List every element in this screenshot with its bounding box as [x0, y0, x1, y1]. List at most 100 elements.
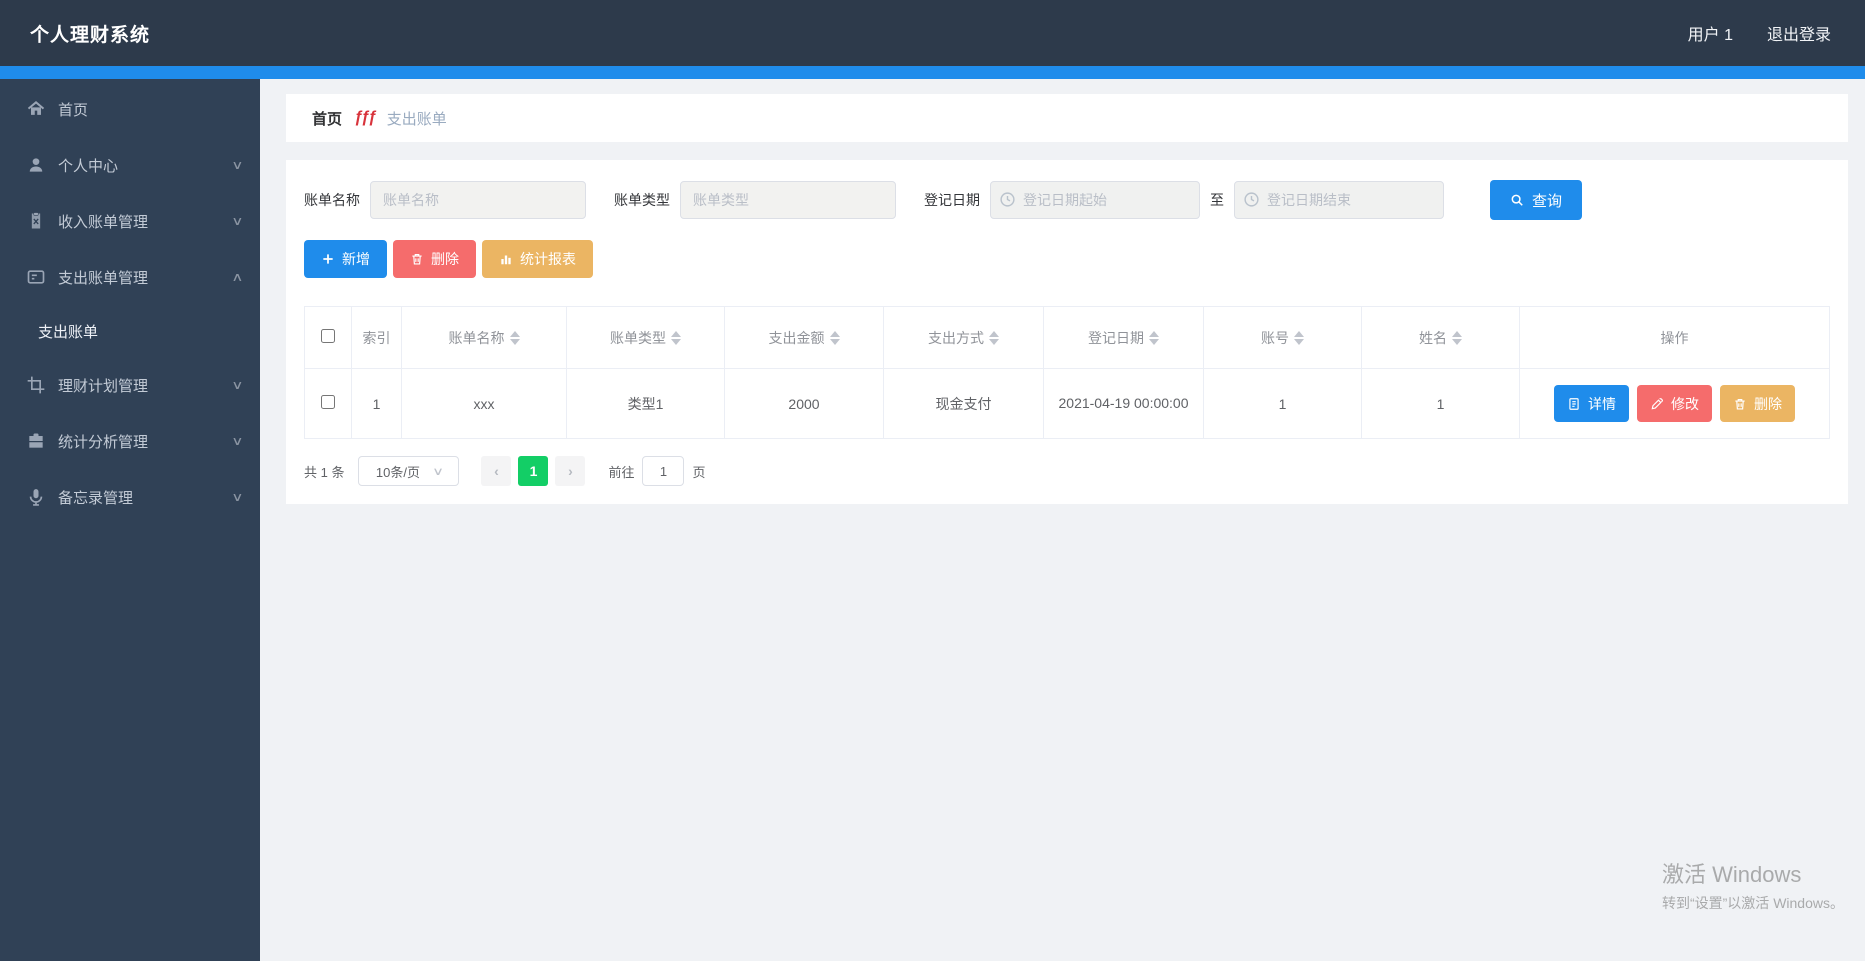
cell-method: 现金支付: [883, 368, 1044, 439]
main-panel: 账单名称 账单类型 登记日期 至: [286, 160, 1848, 504]
expense-table: 索引 账单名称 账单类型 支出金额 支出方式 登记日期 账号 姓名 操作 1 x…: [304, 306, 1830, 439]
briefcase-icon: [26, 431, 46, 451]
sidebar-item-label: 理财计划管理: [58, 377, 149, 395]
chevron-down-icon: ∨: [231, 378, 244, 392]
watermark-line1: 激活 Windows: [1661, 862, 1802, 887]
app-title: 个人理财系统: [30, 24, 151, 46]
bill-type-label: 账单类型: [614, 192, 670, 208]
document-icon: [1567, 397, 1581, 411]
watermark-line2: 转到“设置”以激活 Windows。: [1661, 895, 1844, 911]
sidebar-item-income-bills[interactable]: 收入账单管理 ∨: [0, 193, 260, 249]
col-header-amount[interactable]: 支出金额: [724, 306, 884, 369]
bar-chart-icon: [499, 252, 513, 266]
sidebar-subitem-label: 支出账单: [38, 323, 99, 341]
sidebar-item-label: 个人中心: [58, 157, 119, 175]
search-form: 账单名称 账单类型 登记日期 至: [304, 180, 1830, 220]
report-button[interactable]: 统计报表: [482, 240, 593, 278]
add-button[interactable]: 新增: [304, 240, 387, 278]
sidebar-item-label: 统计分析管理: [58, 433, 149, 451]
pencil-icon: [1650, 397, 1664, 411]
col-header-type[interactable]: 账单类型: [566, 306, 725, 369]
page-size-select[interactable]: 10条/页 ∨: [358, 456, 460, 486]
sort-caret-icon[interactable]: [1149, 330, 1159, 345]
goto-page-input[interactable]: [642, 456, 685, 486]
col-header-index[interactable]: 索引: [351, 306, 402, 369]
cell-type: 类型1: [566, 368, 725, 439]
prev-page-button[interactable]: ‹: [481, 456, 512, 486]
cell-name: xxx: [401, 368, 567, 439]
current-user-label[interactable]: 用户 1: [1688, 21, 1733, 45]
clock-icon: [999, 191, 1016, 208]
pagination-total: 共 1 条: [304, 464, 345, 480]
current-page-button[interactable]: 1: [518, 456, 549, 486]
chevron-down-icon: ∨: [431, 465, 445, 478]
table-header-row: 索引 账单名称 账单类型 支出金额 支出方式 登记日期 账号 姓名 操作: [304, 306, 1830, 369]
col-header-actions: 操作: [1519, 306, 1830, 369]
top-navbar: 个人理财系统 用户 1 退出登录: [0, 0, 1865, 66]
sidebar-subitem-expense-bill[interactable]: 支出账单: [0, 305, 260, 357]
delete-button[interactable]: 删除: [393, 240, 476, 278]
sidebar-item-finance-plan[interactable]: 理财计划管理 ∨: [0, 357, 260, 413]
row-checkbox[interactable]: [321, 395, 335, 409]
next-page-button[interactable]: ›: [555, 456, 586, 486]
sidebar-item-memo[interactable]: 备忘录管理 ∨: [0, 469, 260, 525]
sort-caret-icon[interactable]: [1452, 330, 1462, 345]
col-header-date[interactable]: 登记日期: [1043, 306, 1204, 369]
sort-caret-icon[interactable]: [1294, 330, 1304, 345]
pagination: 共 1 条 10条/页 ∨ ‹ 1 › 前往 页: [304, 456, 1830, 486]
row-delete-button[interactable]: 删除: [1720, 385, 1795, 422]
chevron-down-icon: ∨: [231, 214, 244, 228]
sort-caret-icon[interactable]: [671, 330, 681, 345]
logout-link[interactable]: 退出登录: [1767, 21, 1831, 45]
sort-caret-icon[interactable]: [829, 330, 840, 345]
sidebar-item-expense-bills[interactable]: 支出账单管理 ∧: [0, 249, 260, 305]
windows-activation-watermark: 激活 Windows 转到“设置”以激活 Windows。: [1662, 857, 1844, 913]
chevron-down-icon: ∨: [231, 490, 244, 504]
date-to-label: 至: [1210, 192, 1224, 208]
user-icon: [26, 155, 46, 175]
sidebar-item-label: 备忘录管理: [58, 489, 134, 507]
chevron-down-icon: ∨: [231, 434, 244, 448]
clock-icon: [1243, 191, 1260, 208]
sidebar-item-label: 收入账单管理: [58, 213, 149, 231]
home-icon: [26, 99, 46, 119]
cell-date: 2021-04-19 00:00:00: [1043, 368, 1204, 439]
accent-divider-bar: [0, 66, 1865, 79]
select-all-checkbox[interactable]: [321, 329, 335, 343]
sort-caret-icon[interactable]: [509, 330, 520, 345]
date-start-input[interactable]: [990, 181, 1200, 219]
bill-name-input[interactable]: [370, 181, 586, 219]
trash-icon: [1733, 397, 1747, 411]
sidebar-item-label: 支出账单管理: [58, 269, 149, 287]
cell-person: 1: [1361, 368, 1520, 439]
search-icon: [1510, 193, 1525, 208]
col-header-method[interactable]: 支出方式: [883, 306, 1044, 369]
cell-account: 1: [1203, 368, 1362, 439]
col-header-person[interactable]: 姓名: [1361, 306, 1520, 369]
crop-icon: [26, 375, 46, 395]
col-header-account[interactable]: 账号: [1203, 306, 1362, 369]
breadcrumb-home[interactable]: 首页: [312, 108, 342, 129]
sidebar: 首页 个人中心 ∨ 收入账单管理 ∨ 支出账单管理 ∧ 支出账单 理财计划管理 …: [0, 79, 260, 961]
table-row: 1 xxx 类型1 2000 现金支付 2021-04-19 00:00:00 …: [304, 368, 1830, 439]
sort-caret-icon[interactable]: [989, 330, 999, 345]
trash-icon: [410, 252, 424, 266]
bill-type-input[interactable]: [680, 181, 896, 219]
breadcrumb-current: 支出账单: [386, 110, 447, 128]
sidebar-item-statistics[interactable]: 统计分析管理 ∨: [0, 413, 260, 469]
date-end-input[interactable]: [1234, 181, 1444, 219]
row-edit-button[interactable]: 修改: [1637, 385, 1712, 422]
chevron-up-icon: ∧: [231, 270, 244, 284]
breadcrumb: 首页 ƒƒƒ 支出账单: [286, 94, 1848, 142]
col-header-name[interactable]: 账单名称: [401, 306, 567, 369]
sidebar-item-label: 首页: [58, 101, 89, 119]
sidebar-item-home[interactable]: 首页: [0, 81, 260, 137]
microphone-icon: [26, 487, 46, 507]
goto-label: 前往: [608, 464, 635, 480]
row-detail-button[interactable]: 详情: [1554, 385, 1629, 422]
sidebar-item-profile[interactable]: 个人中心 ∨: [0, 137, 260, 193]
query-button[interactable]: 查询: [1490, 180, 1582, 220]
cell-index: 1: [351, 368, 402, 439]
plus-icon: [321, 252, 335, 266]
bill-name-label: 账单名称: [304, 192, 360, 208]
